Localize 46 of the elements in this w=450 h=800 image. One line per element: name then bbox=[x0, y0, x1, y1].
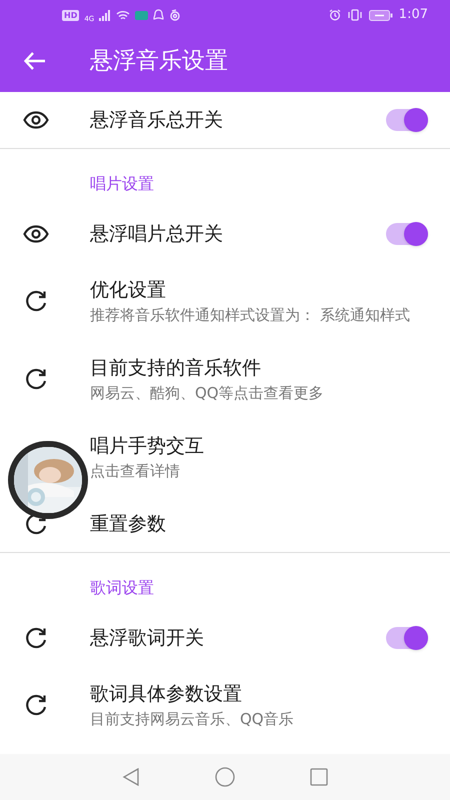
app-notification-icon bbox=[135, 10, 148, 20]
settings-row[interactable]: 悬浮音乐总开关 bbox=[0, 92, 450, 148]
signal-icon bbox=[99, 10, 112, 20]
settings-row[interactable]: 唱片手势交互 点击查看详情 bbox=[0, 418, 450, 496]
toggle-switch[interactable] bbox=[386, 223, 428, 245]
row-subtitle: 网易云、酷狗、QQ等点击查看更多 bbox=[90, 383, 325, 404]
row-subtitle: 点击查看详情 bbox=[90, 461, 181, 482]
row-title: 唱片手势交互 bbox=[90, 434, 205, 459]
toggle-switch[interactable] bbox=[386, 109, 428, 131]
back-nav-icon[interactable] bbox=[122, 768, 140, 786]
back-arrow-icon bbox=[24, 52, 46, 70]
row-subtitle: 目前支持网易云音乐、QQ音乐 bbox=[90, 709, 295, 730]
alarm-icon bbox=[328, 9, 341, 21]
refresh-icon bbox=[24, 694, 48, 716]
settings-row[interactable]: 目前支持的音乐软件 网易云、酷狗、QQ等点击查看更多 bbox=[0, 340, 450, 418]
row-title: 优化设置 bbox=[90, 278, 167, 303]
eye-icon bbox=[23, 225, 49, 243]
page-title: 悬浮音乐设置 bbox=[90, 46, 228, 76]
wifi-icon bbox=[116, 10, 130, 20]
eye-icon bbox=[23, 111, 49, 129]
swirl-icon bbox=[169, 9, 182, 21]
home-nav-icon[interactable] bbox=[215, 767, 235, 787]
settings-row[interactable]: 重置参数 bbox=[0, 496, 450, 552]
refresh-icon bbox=[24, 368, 48, 390]
refresh-icon bbox=[24, 290, 48, 312]
refresh-icon bbox=[24, 627, 48, 649]
row-title: 悬浮歌词开关 bbox=[90, 626, 205, 651]
settings-row[interactable]: 悬浮歌词开关 bbox=[0, 610, 450, 666]
row-subtitle: 推荐将音乐软件通知样式设置为： 系统通知样式 bbox=[90, 305, 411, 326]
toggle-switch[interactable] bbox=[386, 627, 428, 649]
chat-icon bbox=[153, 9, 164, 21]
settings-row[interactable]: 歌词具体参数设置 目前支持网易云音乐、QQ音乐 bbox=[0, 666, 450, 744]
section-header: 歌词设置 bbox=[90, 577, 154, 599]
section-header: 唱片设置 bbox=[90, 173, 154, 195]
row-title: 重置参数 bbox=[90, 512, 167, 537]
row-title: 歌词具体参数设置 bbox=[90, 682, 243, 707]
row-title: 目前支持的音乐软件 bbox=[90, 356, 262, 381]
settings-row[interactable]: 优化设置 推荐将音乐软件通知样式设置为： 系统通知样式 bbox=[0, 262, 450, 340]
battery-icon bbox=[368, 10, 393, 20]
hd-badge: HD bbox=[62, 10, 80, 20]
clock-time: 1:07 bbox=[398, 6, 428, 24]
row-title: 悬浮唱片总开关 bbox=[90, 222, 224, 247]
recents-nav-icon[interactable] bbox=[310, 768, 328, 786]
vibrate-icon bbox=[346, 9, 363, 21]
settings-row[interactable]: 悬浮唱片总开关 bbox=[0, 206, 450, 262]
row-title: 悬浮音乐总开关 bbox=[90, 108, 224, 133]
